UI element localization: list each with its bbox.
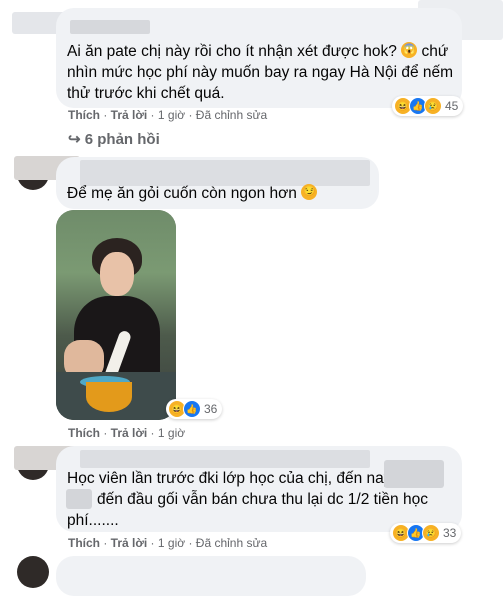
comment-actions: Thích · Trả lời · 1 giờ [68,426,186,440]
timestamp[interactable]: 1 giờ [158,108,185,122]
reaction-count: 33 [443,526,457,540]
blurred-region [66,489,92,509]
reaction-summary[interactable]: 😆 👍 😢 33 [390,523,462,543]
timestamp[interactable]: 1 giờ [158,536,185,550]
scream-emoji-icon: 😱 [401,42,418,58]
like-link[interactable]: Thích [68,536,100,550]
comment-text: phí....... [67,512,119,529]
timestamp[interactable]: 1 giờ [158,426,185,440]
comment-actions: Thích · Trả lời · 1 giờ · Đã chỉnh sửa [68,108,268,122]
smirk-emoji-icon: 😏 [301,184,318,200]
comment-text: Ai ăn pate chị này rồi cho ít nhận xét đ… [67,41,457,104]
comment-text: Học viên lần trước đki lớp học của chị, … [67,470,392,487]
edited-label: Đã chỉnh sửa [195,536,268,550]
reply-link[interactable]: Trả lời [111,108,148,122]
reaction-summary[interactable]: 😆 👍 😢 45 [392,96,464,116]
image-person-face [100,252,134,296]
reaction-summary[interactable]: 😆 👍 36 [166,399,223,419]
reply-link[interactable]: Trả lời [111,426,148,440]
like-link[interactable]: Thích [68,426,100,440]
replies-count: 6 phản hồi [84,131,160,148]
sad-reaction-icon: 😢 [424,97,442,115]
comment-bubble [56,556,366,596]
view-replies-link[interactable]: ↪ 6 phản hồi [68,130,160,148]
reply-arrow-icon: ↪ [68,131,81,148]
comment-text: Để mẹ ăn gỏi cuốn còn ngon hơn 😏 [67,183,318,204]
reaction-count: 36 [204,402,218,416]
image-sauce-bowl [86,382,132,412]
blurred-region [384,460,444,488]
sad-reaction-icon: 😢 [422,524,440,542]
reaction-count: 45 [445,99,459,113]
comment-image[interactable] [56,210,176,420]
like-link[interactable]: Thích [68,108,100,122]
edited-label: Đã chỉnh sửa [195,108,268,122]
commenter-name-blurred[interactable] [70,20,150,34]
avatar[interactable] [17,556,49,588]
like-reaction-icon: 👍 [183,400,201,418]
comment-text: đến đầu gối vẫn bán chưa thu lại dc 1/2 … [97,491,428,508]
comment-text-part: Ai ăn pate chị này rồi cho ít nhận xét đ… [67,43,397,60]
commenter-name-blurred[interactable] [80,450,370,468]
comment-text-part: Để mẹ ăn gỏi cuốn còn ngon hơn [67,185,297,202]
comment-actions: Thích · Trả lời · 1 giờ · Đã chỉnh sửa [68,536,268,550]
reply-link[interactable]: Trả lời [111,536,148,550]
